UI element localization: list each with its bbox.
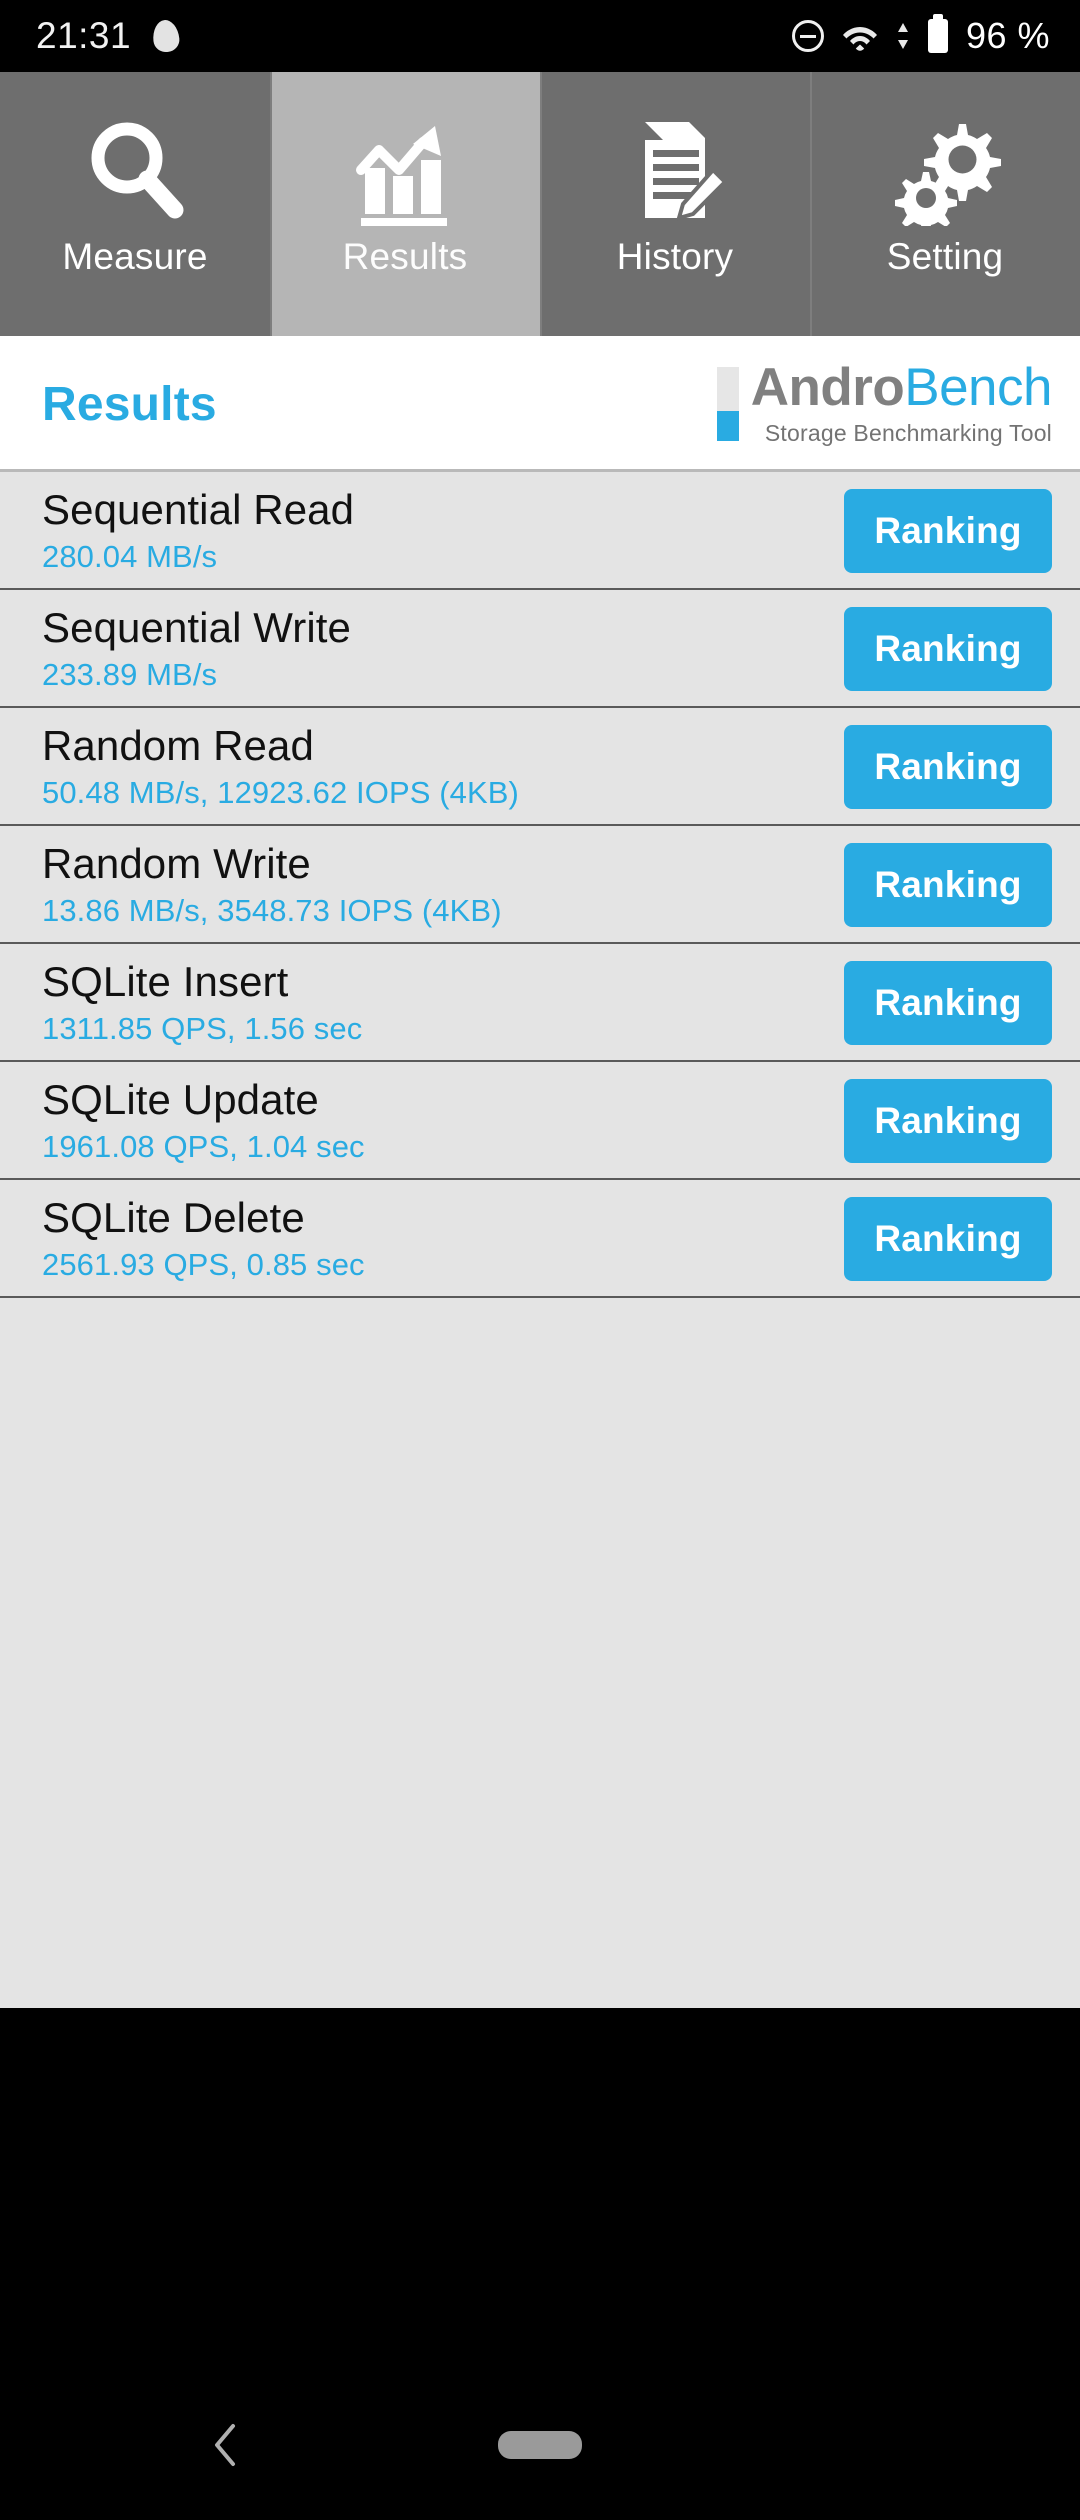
table-row[interactable]: Random Read 50.48 MB/s, 12923.62 IOPS (4… <box>0 708 1080 826</box>
logo-accent-bar <box>716 361 739 447</box>
table-row[interactable]: SQLite Update 1961.08 QPS, 1.04 sec Rank… <box>0 1062 1080 1180</box>
tab-bar: Measure Results History Setting <box>0 72 1080 336</box>
row-texts: Random Write 13.86 MB/s, 3548.73 IOPS (4… <box>42 840 502 931</box>
status-bar: 21:31 96 % <box>0 0 1080 72</box>
result-value: 280.04 MB/s <box>42 538 218 574</box>
tab-label-measure: Measure <box>62 236 208 277</box>
logo-word-andro: Andro <box>750 358 905 417</box>
result-value: 50.48 MB/s, 12923.62 IOPS (4KB) <box>42 774 519 810</box>
status-bar-left: 21:31 <box>0 15 181 57</box>
tab-label-history: History <box>616 236 734 277</box>
results-list: Sequential Read 280.04 MB/s Ranking Sequ… <box>0 472 1080 2008</box>
battery-icon <box>927 14 948 53</box>
ranking-button[interactable]: Ranking <box>844 607 1052 691</box>
logo-subtitle: Storage Benchmarking Tool <box>764 420 1052 446</box>
row-texts: Random Read 50.48 MB/s, 12923.62 IOPS (4… <box>42 722 519 813</box>
row-texts: Sequential Write 233.89 MB/s <box>42 604 351 695</box>
logo-accent-bar-bottom <box>716 411 739 441</box>
bar-chart-arrow-icon <box>349 106 461 234</box>
row-texts: SQLite Insert 1311.85 QPS, 1.56 sec <box>42 958 362 1049</box>
tab-results[interactable]: Results <box>270 72 540 336</box>
result-value: 1961.08 QPS, 1.04 sec <box>42 1128 365 1164</box>
logo-accent-bar-top <box>716 367 739 411</box>
do-not-disturb-icon <box>791 20 824 52</box>
ranking-button[interactable]: Ranking <box>844 725 1052 809</box>
result-value: 2561.93 QPS, 0.85 sec <box>42 1246 365 1282</box>
result-title: Sequential Write <box>42 603 351 651</box>
wifi-icon <box>842 21 878 51</box>
result-value: 233.89 MB/s <box>42 656 218 692</box>
row-texts: SQLite Update 1961.08 QPS, 1.04 sec <box>42 1076 365 1167</box>
logo-wordmark: AndroBench <box>750 358 1053 417</box>
tab-history[interactable]: History <box>540 72 810 336</box>
table-row[interactable]: Sequential Read 280.04 MB/s Ranking <box>0 472 1080 590</box>
table-row[interactable]: Sequential Write 233.89 MB/s Ranking <box>0 590 1080 708</box>
status-clock: 21:31 <box>36 15 132 56</box>
tab-label-setting: Setting <box>886 236 1004 277</box>
battery-percent-label: 96 % <box>965 15 1050 56</box>
result-title: SQLite Delete <box>42 1193 305 1241</box>
ranking-button[interactable]: Ranking <box>844 489 1052 573</box>
ranking-button[interactable]: Ranking <box>844 843 1052 927</box>
ranking-button[interactable]: Ranking <box>844 1197 1052 1281</box>
result-value: 1311.85 QPS, 1.56 sec <box>42 1010 363 1046</box>
gears-icon <box>889 106 1001 234</box>
table-row[interactable]: SQLite Delete 2561.93 QPS, 0.85 sec Rank… <box>0 1180 1080 1298</box>
ranking-button[interactable]: Ranking <box>844 1079 1052 1163</box>
result-title: Sequential Read <box>42 485 355 533</box>
phone-screen: 21:31 96 % Measure Results History Setti… <box>0 0 1080 2520</box>
result-title: Random Read <box>42 721 314 769</box>
logo-word-bench: Bench <box>904 358 1052 417</box>
flame-icon <box>151 18 181 54</box>
document-pencil-icon <box>619 106 731 234</box>
table-row[interactable]: SQLite Insert 1311.85 QPS, 1.56 sec Rank… <box>0 944 1080 1062</box>
result-title: SQLite Insert <box>42 957 289 1005</box>
tab-setting[interactable]: Setting <box>810 72 1080 336</box>
row-texts: Sequential Read 280.04 MB/s <box>42 486 354 577</box>
system-nav-bar <box>0 2370 1080 2520</box>
status-bar-right: 96 % <box>791 14 1080 57</box>
home-pill-icon[interactable] <box>498 2431 582 2459</box>
logo-text: AndroBench Storage Benchmarking Tool <box>750 358 1053 447</box>
chevron-left-icon[interactable] <box>205 2422 245 2468</box>
ranking-button[interactable]: Ranking <box>844 961 1052 1045</box>
tab-measure[interactable]: Measure <box>0 72 270 336</box>
row-texts: SQLite Delete 2561.93 QPS, 0.85 sec <box>42 1194 365 1285</box>
table-row[interactable]: Random Write 13.86 MB/s, 3548.73 IOPS (4… <box>0 826 1080 944</box>
data-transfer-icon <box>896 23 910 49</box>
result-value: 13.86 MB/s, 3548.73 IOPS (4KB) <box>42 892 502 928</box>
magnifier-icon <box>79 106 191 234</box>
result-title: SQLite Update <box>42 1075 319 1123</box>
page-title: Results <box>42 377 217 431</box>
app-header: Results AndroBench Storage Benchmarking … <box>0 336 1080 472</box>
androbench-logo: AndroBench Storage Benchmarking Tool <box>716 358 1053 447</box>
tab-label-results: Results <box>342 236 468 277</box>
result-title: Random Write <box>42 839 311 887</box>
